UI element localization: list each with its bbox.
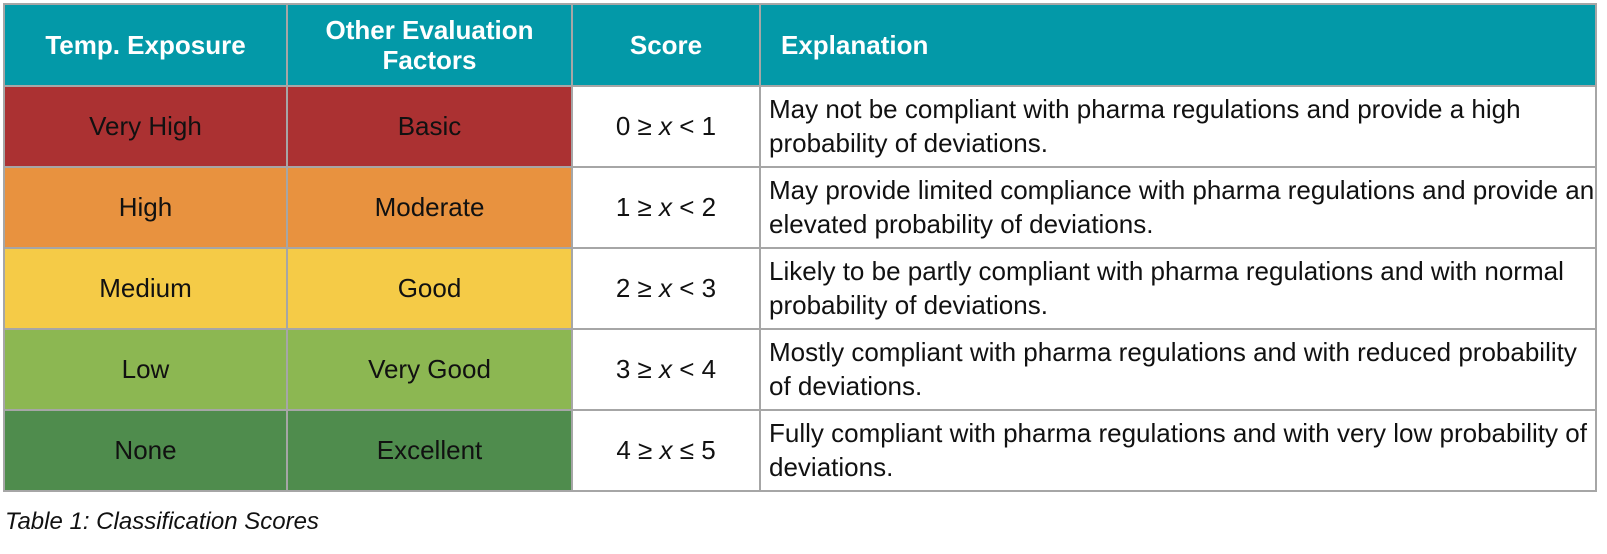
explanation-cell: May not be compliant with pharma regulat… <box>759 85 1597 168</box>
evaluation-factor-cell: Moderate <box>286 166 573 249</box>
header-explanation: Explanation <box>759 3 1597 87</box>
header-temp-exposure: Temp. Exposure <box>3 3 288 87</box>
temp-exposure-cell: Low <box>3 328 288 411</box>
score-cell: 0 ≥ x < 1 <box>571 85 761 168</box>
explanation-cell: May provide limited compliance with phar… <box>759 166 1597 249</box>
score-cell: 4 ≥ x ≤ 5 <box>571 409 761 492</box>
temp-exposure-cell: None <box>3 409 288 492</box>
temp-exposure-cell: Very High <box>3 85 288 168</box>
evaluation-factor-cell: Very Good <box>286 328 573 411</box>
score-lower: 1 ≥ <box>615 192 660 222</box>
header-score: Score <box>571 3 761 87</box>
score-upper: ≤ 5 <box>672 435 716 465</box>
score-upper: < 2 <box>672 192 717 222</box>
score-variable: x <box>659 354 673 384</box>
score-upper: < 1 <box>672 111 717 141</box>
explanation-cell: Mostly compliant with pharma regulations… <box>759 328 1597 411</box>
temp-exposure-cell: Medium <box>3 247 288 330</box>
header-other-factors: Other Evaluation Factors <box>286 3 573 87</box>
classification-table: Temp. Exposure Other Evaluation Factors … <box>3 3 1597 492</box>
evaluation-factor-cell: Excellent <box>286 409 573 492</box>
evaluation-factor-cell: Basic <box>286 85 573 168</box>
table-row: Very High Basic 0 ≥ x < 1 May not be compli… <box>3 85 1597 168</box>
score-variable: x <box>659 273 673 303</box>
score-lower: 2 ≥ <box>615 273 660 303</box>
score-upper: < 3 <box>672 273 717 303</box>
score-lower: 0 ≥ <box>615 111 660 141</box>
evaluation-factor-cell: Good <box>286 247 573 330</box>
explanation-cell: Likely to be partly compliant with pharm… <box>759 247 1597 330</box>
score-variable: x <box>659 192 673 222</box>
temp-exposure-cell: High <box>3 166 288 249</box>
table-row: None Excellent 4 ≥ x ≤ 5 Fully compliant wi… <box>3 409 1597 492</box>
table-row: Low Very Good 3 ≥ x < 4 Mostly compliant wi… <box>3 328 1597 411</box>
score-lower: 4 ≥ <box>616 435 660 465</box>
score-cell: 1 ≥ x < 2 <box>571 166 761 249</box>
score-variable: x <box>659 435 673 465</box>
table-caption: Table 1: Classification Scores <box>5 508 319 535</box>
explanation-cell: Fully compliant with pharma regulations … <box>759 409 1597 492</box>
table-row: High Moderate 1 ≥ x < 2 May provide limited… <box>3 166 1597 249</box>
score-upper: < 4 <box>672 354 717 384</box>
table-row: Medium Good 2 ≥ x < 3 Likely to be partly c… <box>3 247 1597 330</box>
score-variable: x <box>659 111 673 141</box>
score-cell: 2 ≥ x < 3 <box>571 247 761 330</box>
score-lower: 3 ≥ <box>615 354 660 384</box>
score-cell: 3 ≥ x < 4 <box>571 328 761 411</box>
header-row: Temp. Exposure Other Evaluation Factors … <box>3 3 1597 87</box>
